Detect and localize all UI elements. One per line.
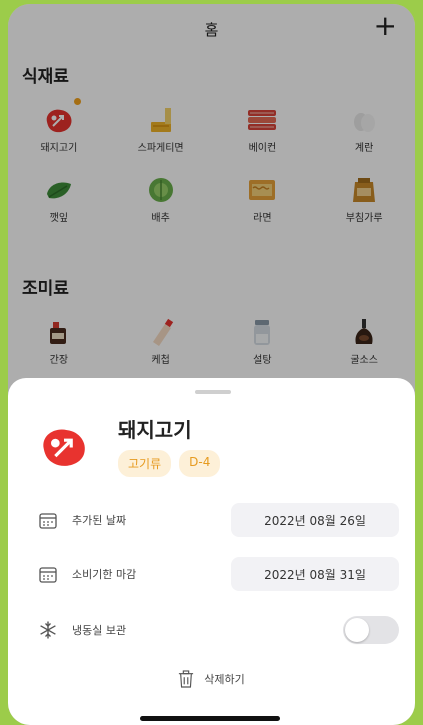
phone-screen: 홈 + 식재료 돼지고기 스파게티면 베이컨 계란 깻잎 배추 라면 부침가루 … xyxy=(8,4,415,725)
seasoning-item-soy-sauce[interactable]: 간장 xyxy=(8,308,110,378)
seasoning-item-oyster-sauce[interactable]: 굴소스 xyxy=(313,308,415,378)
expiry-date-field[interactable]: 2022년 08월 31일 xyxy=(231,557,399,591)
freezer-row: 냉동실 보관 xyxy=(8,610,415,650)
seasoning-label: 설탕 xyxy=(253,355,272,366)
ingredient-label: 스파게티면 xyxy=(137,143,184,154)
soy-sauce-icon xyxy=(49,322,66,344)
seasoning-item-ketchup[interactable]: 케첩 xyxy=(110,308,212,378)
ingredient-tags: 고기류 D-4 xyxy=(118,450,221,477)
delete-button[interactable]: 삭제하기 xyxy=(8,670,415,688)
section-title-seasonings: 조미료 xyxy=(22,279,69,299)
calendar-icon xyxy=(39,567,57,583)
expiry-date-row: 소비기한 마감 2022년 08월 31일 xyxy=(8,554,415,594)
ingredient-item-cabbage[interactable]: 배추 xyxy=(110,166,212,236)
app-header: 홈 + xyxy=(8,4,415,54)
ingredient-item-pork[interactable]: 돼지고기 xyxy=(8,96,110,166)
ingredient-item-egg[interactable]: 계란 xyxy=(313,96,415,166)
pasta-icon xyxy=(150,108,171,132)
ramen-icon xyxy=(249,180,276,200)
delete-label: 삭제하기 xyxy=(204,673,245,686)
ingredient-label: 깻잎 xyxy=(49,213,69,224)
trash-icon xyxy=(179,670,194,688)
seasoning-label: 간장 xyxy=(49,355,69,366)
steak-icon xyxy=(43,429,85,466)
page-title: 홈 xyxy=(204,20,219,39)
bacon-icon xyxy=(248,110,277,130)
ingredient-label: 계란 xyxy=(354,143,374,154)
toggle-knob xyxy=(345,618,369,642)
ingredient-item-perilla[interactable]: 깻잎 xyxy=(8,166,110,236)
category-tag: 고기류 xyxy=(118,450,172,477)
sugar-jar-icon xyxy=(254,320,271,345)
add-button[interactable]: + xyxy=(374,12,397,40)
ketchup-icon xyxy=(152,318,173,346)
seasoning-item-sugar[interactable]: 설탕 xyxy=(212,308,314,378)
egg-icon xyxy=(354,113,376,132)
added-date-field[interactable]: 2022년 08월 26일 xyxy=(231,503,399,537)
seasonings-grid: 간장 케첩 설탕 굴소스 xyxy=(8,308,415,378)
flour-bag-icon xyxy=(353,178,376,202)
ingredient-label: 부침가루 xyxy=(345,213,383,224)
ingredient-item-flour[interactable]: 부침가루 xyxy=(313,166,415,236)
ingredient-label: 배추 xyxy=(151,213,170,224)
ingredient-item-spaghetti[interactable]: 스파게티면 xyxy=(110,96,212,166)
freezer-label: 냉동실 보관 xyxy=(72,624,127,637)
ingredient-label: 라면 xyxy=(253,213,272,224)
sheet-drag-handle[interactable] xyxy=(195,390,231,394)
ingredient-item-bacon[interactable]: 베이컨 xyxy=(212,96,314,166)
ingredient-detail-sheet: 돼지고기 고기류 D-4 추가된 날짜 2022년 08월 26일 소비기한 마… xyxy=(8,378,415,725)
ingredient-name: 돼지고기 xyxy=(118,418,192,442)
leaf-icon xyxy=(46,182,71,199)
freezer-toggle[interactable] xyxy=(343,616,399,644)
new-badge-dot xyxy=(74,98,81,105)
seasoning-label: 굴소스 xyxy=(350,355,378,366)
oyster-sauce-icon xyxy=(355,319,373,344)
seasoning-label: 케첩 xyxy=(151,355,170,366)
cabbage-icon xyxy=(148,178,173,202)
added-date-row: 추가된 날짜 2022년 08월 26일 xyxy=(8,500,415,540)
expiry-date-label: 소비기한 마감 xyxy=(72,568,137,581)
snowflake-icon xyxy=(40,621,56,639)
ingredients-grid: 돼지고기 스파게티면 베이컨 계란 깻잎 배추 라면 부침가루 xyxy=(8,96,415,236)
ingredient-item-ramen[interactable]: 라면 xyxy=(212,166,314,236)
home-indicator xyxy=(140,716,280,721)
d-day-tag: D-4 xyxy=(179,450,221,477)
calendar-icon xyxy=(39,513,57,529)
steak-icon xyxy=(46,109,72,133)
section-title-ingredients: 식재료 xyxy=(22,67,69,87)
ingredient-label: 베이컨 xyxy=(248,143,277,154)
added-date-label: 추가된 날짜 xyxy=(72,514,127,527)
ingredient-label: 돼지고기 xyxy=(40,143,78,154)
